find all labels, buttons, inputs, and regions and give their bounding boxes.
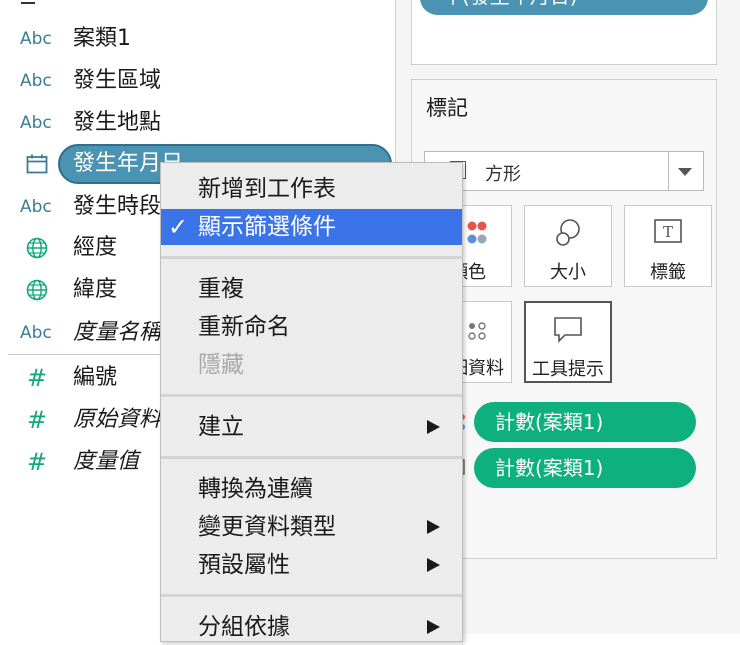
- globe-icon: [20, 270, 54, 310]
- menu-item-label: 重新命名: [198, 314, 290, 340]
- field-name: 發生區域: [73, 68, 162, 93]
- field-name: 度量名稱: [73, 320, 162, 345]
- label-field-pill[interactable]: 計數(案類1): [474, 448, 696, 488]
- label-label: 標籤: [650, 262, 686, 283]
- field-name: 度量值: [73, 449, 140, 474]
- menu-item-label: 轉換為連續: [198, 476, 313, 502]
- menu-item-change-data-type[interactable]: 變更資料類型: [161, 509, 462, 545]
- menu-item-convert-continuous[interactable]: 轉換為連續: [161, 471, 462, 507]
- color-field-pill[interactable]: 計數(案類1): [474, 402, 696, 442]
- submenu-arrow-icon: [427, 620, 440, 634]
- size-button[interactable]: 大小: [524, 205, 612, 287]
- menu-item-label: 建立: [198, 414, 244, 440]
- menu-separator: [161, 256, 462, 259]
- size-icon: [525, 218, 611, 252]
- tooltip-button[interactable]: 工具提示: [524, 301, 612, 383]
- field-name: 案類1: [73, 26, 131, 51]
- field-name: 緯度: [73, 277, 118, 302]
- filter-pill[interactable]: 年(發生年月日): [420, 0, 708, 15]
- submenu-arrow-icon: [427, 420, 440, 434]
- menu-item-group-by[interactable]: 分組依據: [161, 609, 462, 645]
- string-type-icon: Abc: [20, 71, 52, 91]
- mark-type-label: 方形: [485, 164, 521, 185]
- calendar-icon: [20, 144, 54, 184]
- field-row-case-type[interactable]: Abc 案類1: [0, 19, 395, 59]
- menu-separator: [161, 394, 462, 397]
- chevron-down-icon[interactable]: [678, 168, 692, 176]
- field-name: 編號: [73, 365, 118, 390]
- string-type-icon: Abc: [20, 197, 52, 217]
- field-name: 經度: [73, 235, 118, 260]
- number-type-icon: #: [26, 448, 48, 476]
- menu-item-add-to-sheet[interactable]: 新增到工作表: [161, 171, 462, 207]
- field-row-location[interactable]: Abc 發生地點: [0, 103, 395, 143]
- text-label-icon: T: [625, 218, 711, 250]
- menu-separator: [161, 594, 462, 597]
- field-name: 原始資料: [73, 407, 162, 432]
- label-button[interactable]: T 標籤: [624, 205, 712, 287]
- marks-title: 標記: [426, 96, 468, 120]
- menu-item-label: 顯示篩選條件: [198, 214, 336, 240]
- menu-item-label: 隱藏: [198, 352, 244, 378]
- menu-item-label: 變更資料類型: [198, 514, 336, 540]
- string-type-icon: Abc: [20, 323, 52, 343]
- submenu-arrow-icon: [427, 520, 440, 534]
- string-type-icon: Abc: [20, 29, 52, 49]
- menu-item-default-properties[interactable]: 預設屬性: [161, 547, 462, 583]
- menu-separator: [161, 456, 462, 459]
- menu-item-duplicate[interactable]: 重複: [161, 271, 462, 307]
- menu-item-create[interactable]: 建立: [161, 409, 462, 445]
- dropdown-separator: [668, 152, 669, 190]
- menu-item-hide[interactable]: 隱藏: [161, 347, 462, 383]
- size-label: 大小: [550, 262, 586, 283]
- mark-type-dropdown[interactable]: [424, 151, 704, 191]
- tooltip-label: 工具提示: [532, 359, 604, 380]
- string-type-icon: Abc: [20, 113, 52, 133]
- field-row-district[interactable]: Abc 發生區域: [0, 61, 395, 101]
- checkmark-icon: ✓: [168, 213, 189, 241]
- menu-item-label: 預設屬性: [198, 552, 290, 578]
- number-type-icon: #: [26, 364, 48, 392]
- svg-text:T: T: [663, 223, 673, 241]
- menu-item-show-filter[interactable]: ✓ 顯示篩選條件: [161, 209, 462, 245]
- field-name: 發生地點: [73, 110, 162, 135]
- submenu-arrow-icon: [427, 558, 440, 572]
- globe-icon: [20, 228, 54, 268]
- number-type-icon: #: [26, 406, 48, 434]
- menu-item-label: 重複: [198, 276, 244, 302]
- menu-item-label: 分組依據: [198, 614, 290, 640]
- pane-header-icon: [21, 0, 35, 4]
- context-menu: 新增到工作表 ✓ 顯示篩選條件 重複 重新命名 隱藏 建立 轉換為連續 變更資料…: [160, 162, 463, 642]
- tooltip-icon: [526, 315, 610, 349]
- field-name: 發生時段: [73, 194, 162, 219]
- menu-item-rename[interactable]: 重新命名: [161, 309, 462, 345]
- menu-item-label: 新增到工作表: [198, 176, 336, 202]
